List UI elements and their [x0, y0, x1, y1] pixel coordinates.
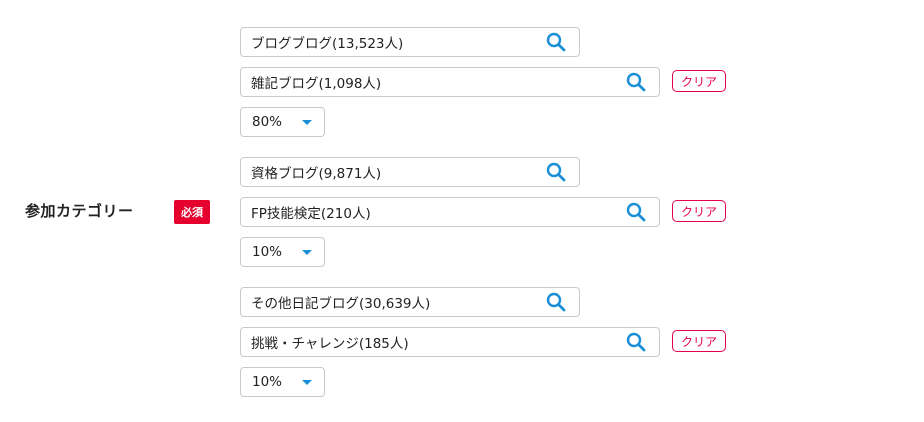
- parent-category-value: その他日記ブログ(30,639人): [251, 296, 431, 312]
- required-badge: 必須: [174, 200, 210, 224]
- child-category-value: FP技能検定(210人): [251, 206, 371, 222]
- category-group: 資格ブログ(9,871人) FP技能検定(210人) クリア 10%: [240, 157, 740, 277]
- ratio-select[interactable]: 10%: [240, 367, 325, 397]
- ratio-select[interactable]: 80%: [240, 107, 325, 137]
- chevron-down-icon: [302, 119, 312, 125]
- clear-button[interactable]: クリア: [672, 330, 726, 352]
- ratio-value: 80%: [252, 114, 283, 130]
- clear-button[interactable]: クリア: [672, 70, 726, 92]
- parent-category-input[interactable]: ブログブログ(13,523人): [240, 27, 580, 57]
- clear-button[interactable]: クリア: [672, 200, 726, 222]
- search-icon[interactable]: [545, 291, 567, 313]
- parent-category-input[interactable]: 資格ブログ(9,871人): [240, 157, 580, 187]
- search-icon[interactable]: [545, 161, 567, 183]
- child-category-input[interactable]: FP技能検定(210人): [240, 197, 660, 227]
- category-group: その他日記ブログ(30,639人) 挑戦・チャレンジ(185人) クリア 10%: [240, 287, 740, 407]
- child-category-value: 雑記ブログ(1,098人): [251, 76, 382, 92]
- chevron-down-icon: [302, 379, 312, 385]
- child-category-input[interactable]: 雑記ブログ(1,098人): [240, 67, 660, 97]
- parent-category-input[interactable]: その他日記ブログ(30,639人): [240, 287, 580, 317]
- parent-category-value: 資格ブログ(9,871人): [251, 166, 382, 182]
- child-category-value: 挑戦・チャレンジ(185人): [251, 336, 409, 352]
- search-icon[interactable]: [625, 201, 647, 223]
- ratio-value: 10%: [252, 374, 283, 390]
- search-icon[interactable]: [625, 71, 647, 93]
- chevron-down-icon: [302, 249, 312, 255]
- search-icon[interactable]: [625, 331, 647, 353]
- ratio-value: 10%: [252, 244, 283, 260]
- category-group: ブログブログ(13,523人) 雑記ブログ(1,098人) クリア 80%: [240, 27, 740, 147]
- child-category-input[interactable]: 挑戦・チャレンジ(185人): [240, 327, 660, 357]
- parent-category-value: ブログブログ(13,523人): [251, 36, 404, 52]
- search-icon[interactable]: [545, 31, 567, 53]
- ratio-select[interactable]: 10%: [240, 237, 325, 267]
- category-field-label: 参加カテゴリー: [25, 202, 134, 220]
